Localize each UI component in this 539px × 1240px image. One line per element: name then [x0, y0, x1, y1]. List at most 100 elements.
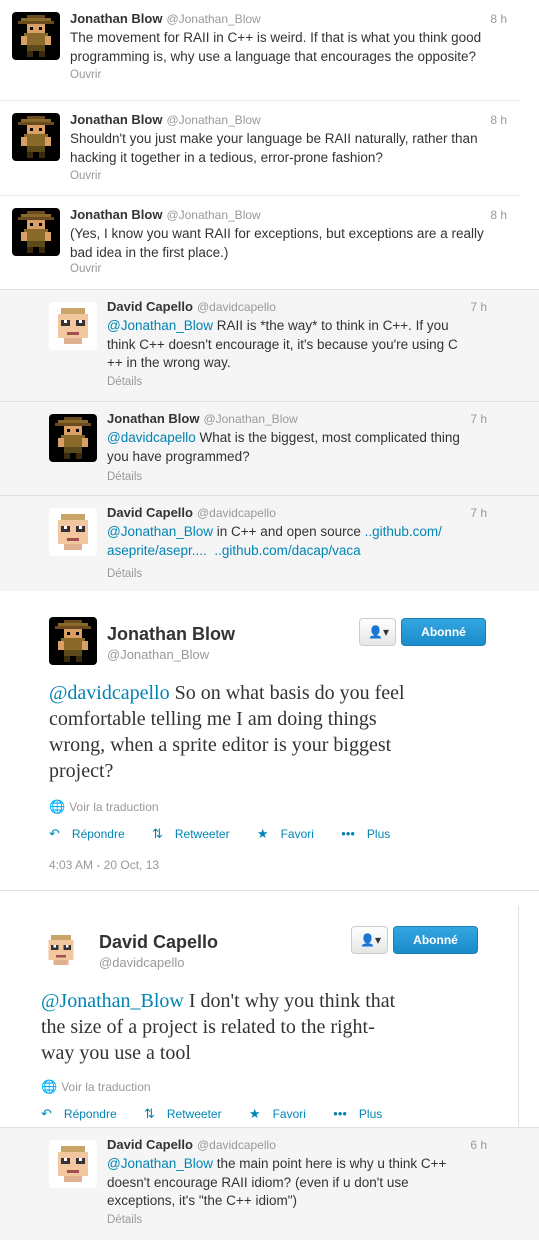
tweet-date[interactable]: 4:03 AM - 20 Oct, 13 — [49, 858, 159, 872]
expanded-tweet: David Capello @davidcapello 👤▾ Abonné @J… — [0, 906, 519, 1128]
tweet-text: The movement for RAII in C++ is weird. I… — [70, 29, 506, 66]
details-link[interactable]: Détails — [107, 1214, 142, 1226]
author-handle[interactable]: @davidcapello — [99, 955, 184, 970]
retweet-button[interactable]: ⇅ Retweeter — [152, 826, 242, 841]
user-actions-button[interactable]: 👤▾ — [351, 926, 388, 954]
author-name[interactable]: David Capello — [107, 505, 193, 520]
url-link[interactable]: ..github.com/dacap/vaca — [214, 543, 360, 558]
url-link[interactable]: ..github.com/ — [365, 524, 442, 539]
author-handle[interactable]: @davidcapello — [197, 300, 276, 314]
author-handle[interactable]: @davidcapello — [197, 506, 276, 520]
reply-tweet[interactable]: David Capello @davidcapello 7 h @Jonathan… — [0, 290, 539, 402]
timestamp[interactable]: 7 h — [470, 412, 487, 426]
details-link[interactable]: Détails — [107, 568, 142, 580]
mention-link[interactable]: @Jonathan_Blow — [107, 1156, 213, 1171]
following-button[interactable]: Abonné — [393, 926, 478, 954]
tweet-text: @Jonathan_Blow in C++ and open source ..… — [107, 523, 482, 560]
reply-tweet[interactable]: David Capello @davidcapello 6 h @Jonathan… — [0, 1127, 539, 1240]
timestamp[interactable]: 6 h — [470, 1138, 487, 1152]
tweet-line: programming is, why use a language that … — [70, 48, 477, 64]
tweet-text: @Jonathan_Blow the main point here is wh… — [107, 1155, 482, 1211]
author-handle[interactable]: @Jonathan_Blow — [166, 12, 260, 26]
open-link[interactable]: Ouvrir — [70, 69, 101, 81]
author-name[interactable]: Jonathan Blow — [107, 411, 199, 426]
timestamp[interactable]: 8 h — [490, 12, 507, 26]
tweet-line: the size of a project is related to the … — [41, 1016, 375, 1038]
reply-icon: ↶ — [41, 1106, 52, 1121]
favorite-label: Favori — [272, 1107, 306, 1121]
url-link[interactable]: aseprite/asepr.... — [107, 543, 207, 558]
more-button[interactable]: ••• Plus — [341, 826, 402, 841]
user-actions-button[interactable]: 👤▾ — [359, 618, 396, 646]
author-name[interactable]: Jonathan Blow — [70, 11, 162, 26]
author-handle[interactable]: @Jonathan_Blow — [107, 647, 209, 662]
tweet-line: bad idea in the first place.) — [70, 244, 229, 260]
mention-link[interactable]: @Jonathan_Blow — [41, 990, 184, 1012]
tweet-text: Shouldn't you just make your language be… — [70, 130, 506, 167]
text-segment: in C++ and open source — [213, 524, 365, 539]
avatar[interactable] — [12, 12, 60, 60]
tweet-header: David Capello @davidcapello — [107, 1137, 276, 1152]
author-handle[interactable]: @Jonathan_Blow — [203, 412, 297, 426]
mention-link[interactable]: @davidcapello — [107, 430, 196, 445]
tweet[interactable]: Jonathan Blow @Jonathan_Blow 8 h Shouldn'… — [0, 101, 519, 195]
more-label: Plus — [358, 1107, 383, 1121]
author-name[interactable]: David Capello — [99, 932, 218, 953]
avatar[interactable] — [49, 617, 97, 665]
author-name[interactable]: David Capello — [107, 299, 193, 314]
retweet-button[interactable]: ⇅ Retweeter — [144, 1106, 234, 1121]
author-name[interactable]: Jonathan Blow — [70, 207, 162, 222]
author-handle[interactable]: @Jonathan_Blow — [166, 208, 260, 222]
details-link[interactable]: Détails — [107, 471, 142, 483]
tweet-line: @davidcapello What is the biggest, most … — [107, 429, 482, 448]
open-link[interactable]: Ouvrir — [70, 170, 101, 182]
avatar[interactable] — [49, 508, 97, 556]
tweet-line: (Yes, I know you want RAII for exception… — [70, 226, 484, 241]
open-link[interactable]: Ouvrir — [70, 263, 101, 275]
reply-label: Répondre — [71, 827, 125, 841]
reply-button[interactable]: ↶ Répondre — [49, 826, 137, 841]
translate-link[interactable]: 🌐 Voir la traduction — [49, 799, 159, 815]
tweet[interactable]: Jonathan Blow @Jonathan_Blow 8 h The move… — [0, 0, 519, 100]
conversation-thread: David Capello @davidcapello 7 h @Jonathan… — [0, 289, 539, 591]
avatar[interactable] — [41, 930, 81, 970]
timestamp[interactable]: 7 h — [470, 506, 487, 520]
favorite-button[interactable]: ★ Favori — [249, 1106, 318, 1121]
avatar[interactable] — [49, 302, 97, 350]
expanded-tweet: Jonathan Blow @Jonathan_Blow 👤▾ Abonné @… — [0, 592, 519, 890]
reply-tweet[interactable]: David Capello @davidcapello 7 h @Jonathan… — [0, 496, 539, 591]
avatar[interactable] — [12, 113, 60, 161]
avatar[interactable] — [49, 1140, 97, 1188]
timestamp[interactable]: 8 h — [490, 113, 507, 127]
timestamp[interactable]: 8 h — [490, 208, 507, 222]
tweet-line: you have programmed? — [107, 448, 250, 464]
author-name[interactable]: Jonathan Blow — [107, 624, 235, 645]
tweet-actions: ↶ Répondre ⇅ Retweeter ★ Favori ••• Plus — [49, 826, 414, 842]
tweet-text: (Yes, I know you want RAII for exception… — [70, 225, 506, 262]
avatar[interactable] — [49, 414, 97, 462]
favorite-button[interactable]: ★ Favori — [256, 826, 326, 841]
text-segment: the main point here is why u think C++ — [213, 1156, 447, 1171]
author-name[interactable]: David Capello — [107, 1137, 193, 1152]
reply-tweet[interactable]: Jonathan Blow @Jonathan_Blow 7 h @davidca… — [0, 402, 539, 496]
details-link[interactable]: Détails — [107, 376, 142, 388]
mention-link[interactable]: @Jonathan_Blow — [107, 524, 213, 539]
user-dropdown-icon: 👤▾ — [360, 933, 381, 947]
mention-link[interactable]: @Jonathan_Blow — [107, 318, 213, 333]
favorite-label: Favori — [280, 827, 314, 841]
tweet-header: Jonathan Blow @Jonathan_Blow — [70, 11, 261, 27]
author-handle[interactable]: @davidcapello — [197, 1138, 276, 1152]
translate-link[interactable]: 🌐 Voir la traduction — [41, 1079, 151, 1095]
reply-button[interactable]: ↶ Répondre — [41, 1106, 129, 1121]
avatar[interactable] — [12, 208, 60, 256]
author-name[interactable]: Jonathan Blow — [70, 112, 162, 127]
timestamp[interactable]: 7 h — [470, 300, 487, 314]
tweet[interactable]: Jonathan Blow @Jonathan_Blow 8 h (Yes, I … — [0, 196, 519, 288]
mention-link[interactable]: @davidcapello — [49, 682, 170, 704]
tweet-line: wrong, when a sprite editor is your bigg… — [49, 734, 392, 756]
star-icon: ★ — [256, 826, 269, 841]
author-handle[interactable]: @Jonathan_Blow — [166, 113, 260, 127]
following-button[interactable]: Abonné — [401, 618, 486, 646]
tweet-actions: ↶ Répondre ⇅ Retweeter ★ Favori ••• Plus — [41, 1106, 406, 1122]
more-button[interactable]: ••• Plus — [333, 1106, 394, 1121]
